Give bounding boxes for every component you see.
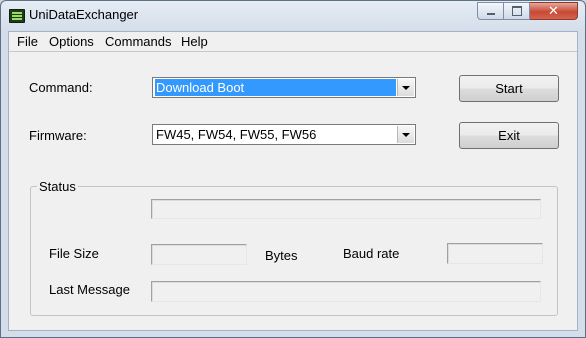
app-window: UniDataExchanger ✕ File Options Commands… [0,0,586,338]
menu-commands[interactable]: Commands [104,34,172,49]
firmware-select-value: FW45, FW54, FW55, FW56 [156,127,317,142]
start-button[interactable]: Start [459,75,559,102]
menu-bar: File Options Commands Help [9,32,577,51]
file-size-field [151,244,247,265]
app-icon[interactable] [9,9,25,23]
command-select[interactable]: Download Boot [152,77,416,98]
firmware-select[interactable]: FW45, FW54, FW55, FW56 [152,124,416,145]
title-bar[interactable]: UniDataExchanger ✕ [1,1,585,31]
command-label: Command: [29,80,93,95]
exit-button[interactable]: Exit [459,122,559,149]
firmware-label: Firmware: [29,128,87,143]
progress-bar [151,199,541,219]
window-title: UniDataExchanger [29,7,139,22]
file-size-label: File Size [49,246,99,261]
last-message-label: Last Message [49,282,130,297]
chevron-down-icon [402,85,410,90]
maximize-icon [511,6,522,16]
chevron-down-icon [402,132,410,137]
close-button[interactable]: ✕ [530,2,578,20]
menu-options[interactable]: Options [48,34,95,49]
minimize-button[interactable] [477,2,504,20]
bytes-label: Bytes [265,248,298,263]
maximize-button[interactable] [504,2,530,20]
last-message-field [151,281,541,302]
baud-rate-label: Baud rate [343,246,400,261]
menu-divider [9,51,577,52]
baud-rate-field [447,243,543,264]
client-area: File Options Commands Help Command: Down… [8,31,578,331]
close-icon: ✕ [548,3,559,18]
command-select-value: Download Boot [155,79,396,96]
minimize-icon [486,13,495,15]
firmware-dropdown-button[interactable] [397,126,414,143]
menu-file[interactable]: File [16,34,39,49]
menu-help[interactable]: Help [180,34,209,49]
status-group-title: Status [37,179,78,194]
command-dropdown-button[interactable] [397,79,414,96]
